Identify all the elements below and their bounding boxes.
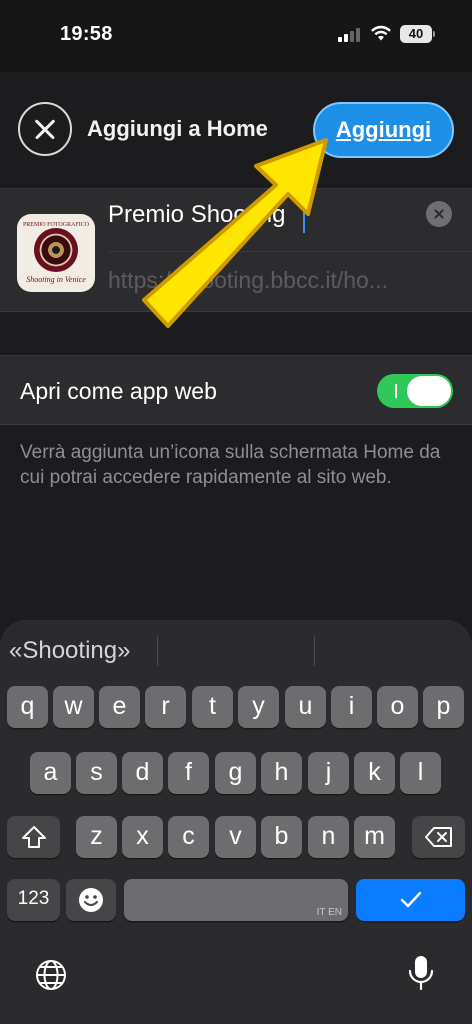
shift-icon — [21, 826, 46, 848]
key[interactable]: q — [7, 686, 48, 728]
key[interactable]: w — [53, 686, 94, 728]
close-button[interactable] — [18, 102, 72, 156]
key[interactable]: u — [285, 686, 326, 728]
numbers-key[interactable]: 123 — [7, 879, 60, 921]
signal-icon — [338, 27, 362, 42]
wifi-icon — [371, 25, 391, 41]
key[interactable]: l — [400, 752, 441, 794]
suggestion-divider — [157, 636, 158, 666]
globe-icon[interactable] — [34, 958, 68, 992]
space-key[interactable]: IT EN — [124, 879, 348, 921]
clear-text-button[interactable] — [426, 201, 452, 227]
key[interactable]: d — [122, 752, 163, 794]
battery-tip — [433, 31, 435, 37]
camera-lens-icon — [34, 228, 78, 272]
key[interactable]: h — [261, 752, 302, 794]
autocomplete-suggestion[interactable]: «Shooting» — [9, 637, 130, 665]
key[interactable]: p — [423, 686, 464, 728]
app-icon: PREMIO FOTOGRAFICO Shooting in Venice — [17, 214, 95, 292]
key[interactable]: m — [354, 816, 395, 858]
keyboard: «Shooting» q w e r t y u i o p a s d f g… — [0, 620, 472, 1024]
toggle-knob[interactable] — [407, 376, 451, 406]
key[interactable]: a — [30, 752, 71, 794]
key[interactable]: k — [354, 752, 395, 794]
web-app-toggle-switch[interactable] — [377, 374, 453, 408]
key[interactable]: y — [238, 686, 279, 728]
key[interactable]: o — [377, 686, 418, 728]
battery-icon: 40 — [400, 25, 432, 43]
web-app-toggle-label: Apri come app web — [20, 378, 217, 404]
app-icon-caption: Shooting in Venice — [26, 275, 86, 284]
yellow-arrow-icon — [142, 138, 328, 328]
web-app-description: Verrà aggiunta un’icona sulla schermata … — [20, 442, 441, 488]
key[interactable]: v — [215, 816, 256, 858]
status-bar: 19:58 40 — [0, 0, 472, 72]
microphone-icon[interactable] — [406, 954, 436, 992]
delete-key[interactable] — [412, 816, 465, 858]
key[interactable]: b — [261, 816, 302, 858]
shift-key[interactable] — [7, 816, 60, 858]
toggle-on-mark — [395, 384, 397, 398]
emoji-icon — [79, 888, 103, 912]
web-app-toggle-row: Apri come app web — [0, 355, 472, 425]
key[interactable]: j — [308, 752, 349, 794]
status-time: 19:58 — [60, 23, 113, 45]
key[interactable]: n — [308, 816, 349, 858]
key[interactable]: f — [168, 752, 209, 794]
checkmark-icon — [400, 891, 421, 908]
key[interactable]: s — [76, 752, 117, 794]
key[interactable]: i — [331, 686, 372, 728]
key[interactable]: t — [192, 686, 233, 728]
delete-icon — [424, 827, 452, 847]
emoji-key[interactable] — [66, 879, 116, 921]
suggestion-divider — [314, 636, 315, 666]
key[interactable]: z — [76, 816, 117, 858]
key[interactable]: x — [122, 816, 163, 858]
key[interactable]: c — [168, 816, 209, 858]
key[interactable]: r — [145, 686, 186, 728]
space-language-label: IT EN — [316, 907, 342, 918]
confirm-key[interactable] — [356, 879, 465, 921]
key[interactable]: e — [99, 686, 140, 728]
key[interactable]: g — [215, 752, 256, 794]
